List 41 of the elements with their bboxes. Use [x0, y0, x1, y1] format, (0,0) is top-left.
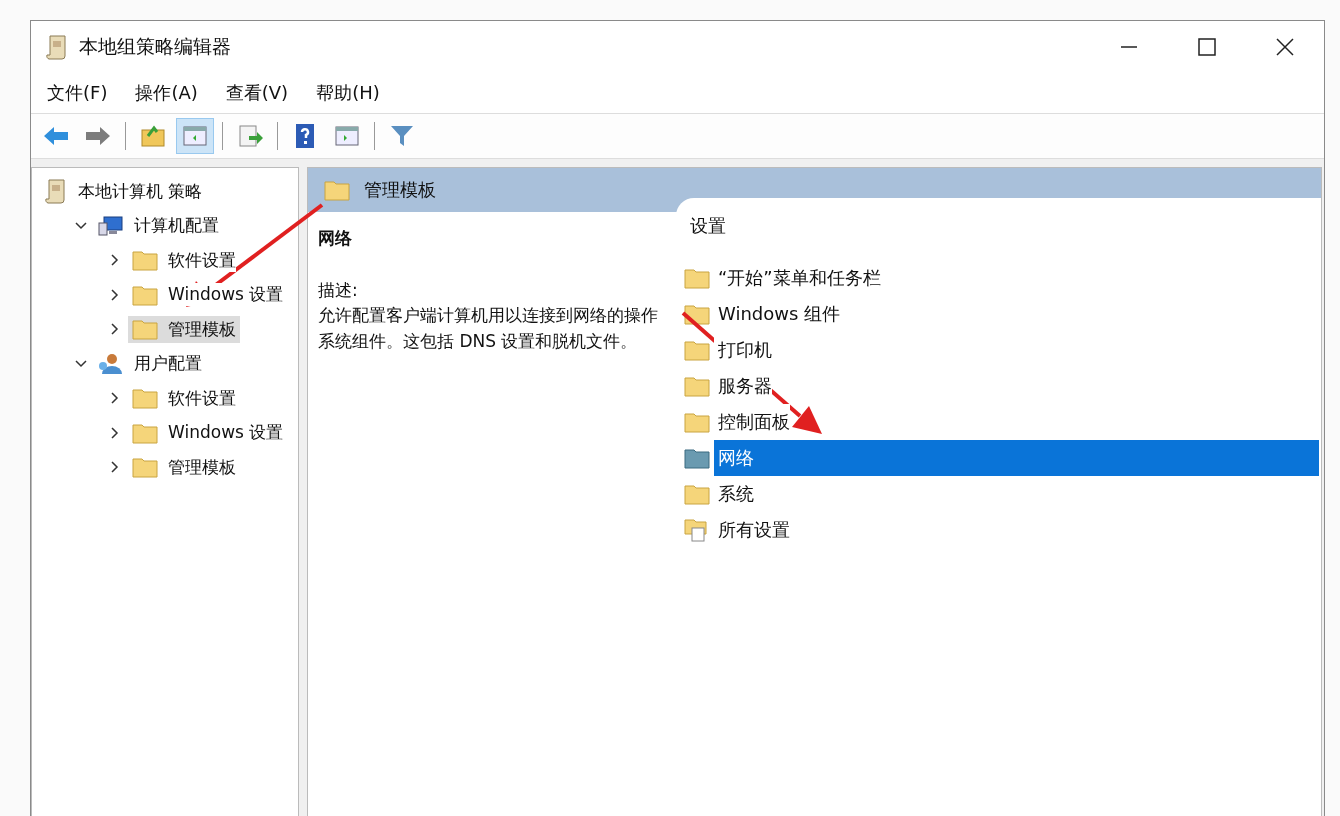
folder-icon: [684, 339, 710, 361]
description-text: 允许配置客户端计算机用以连接到网络的操作系统组件。这包括 DNS 设置和脱机文件。: [318, 304, 659, 353]
arrow-left-icon: [42, 124, 70, 148]
computer-icon: [98, 214, 124, 237]
folder-icon: [132, 318, 158, 341]
help-icon: [294, 123, 316, 149]
scroll-icon: [45, 34, 69, 60]
filter-icon: [389, 123, 415, 149]
minimize-icon: [1121, 46, 1137, 48]
header-title: 管理模板: [364, 178, 436, 202]
folder-up-icon: [140, 124, 166, 148]
menu-item[interactable]: 文件(F): [47, 81, 108, 105]
menu-item[interactable]: 操作(A): [135, 81, 198, 105]
scroll-icon: [44, 178, 68, 205]
window-pane-icon: [182, 124, 208, 148]
folder-icon: [684, 447, 710, 469]
window-title: 本地组策略编辑器: [79, 34, 231, 59]
folder-icon: [684, 411, 710, 433]
column-header[interactable]: 设置: [684, 210, 1319, 252]
menu-item[interactable]: 查看(V): [225, 81, 289, 105]
folder-icon: [684, 483, 710, 505]
settings-folder-icon: [684, 518, 710, 542]
folder-icon: [132, 456, 158, 479]
list-item[interactable]: 网络: [714, 440, 1319, 476]
folder-icon: [132, 421, 158, 444]
folder-icon: [684, 267, 710, 289]
window-pane-icon: [334, 124, 360, 148]
folder-icon: [684, 375, 710, 397]
description-label: 描述:: [318, 278, 359, 302]
folder-icon: [132, 387, 158, 410]
folder-icon: [132, 249, 158, 272]
folder-icon: [324, 179, 350, 201]
arrow-right-icon: [84, 124, 112, 148]
export-icon: [237, 124, 263, 148]
item-title: 网络: [318, 227, 353, 250]
tree-item[interactable]: 管理模板: [128, 315, 240, 343]
folder-icon: [132, 283, 158, 306]
user-icon: [98, 352, 124, 375]
maximize-icon: [1197, 37, 1217, 57]
close-icon: [1275, 37, 1295, 57]
menu-item[interactable]: 帮助(H): [316, 81, 380, 105]
